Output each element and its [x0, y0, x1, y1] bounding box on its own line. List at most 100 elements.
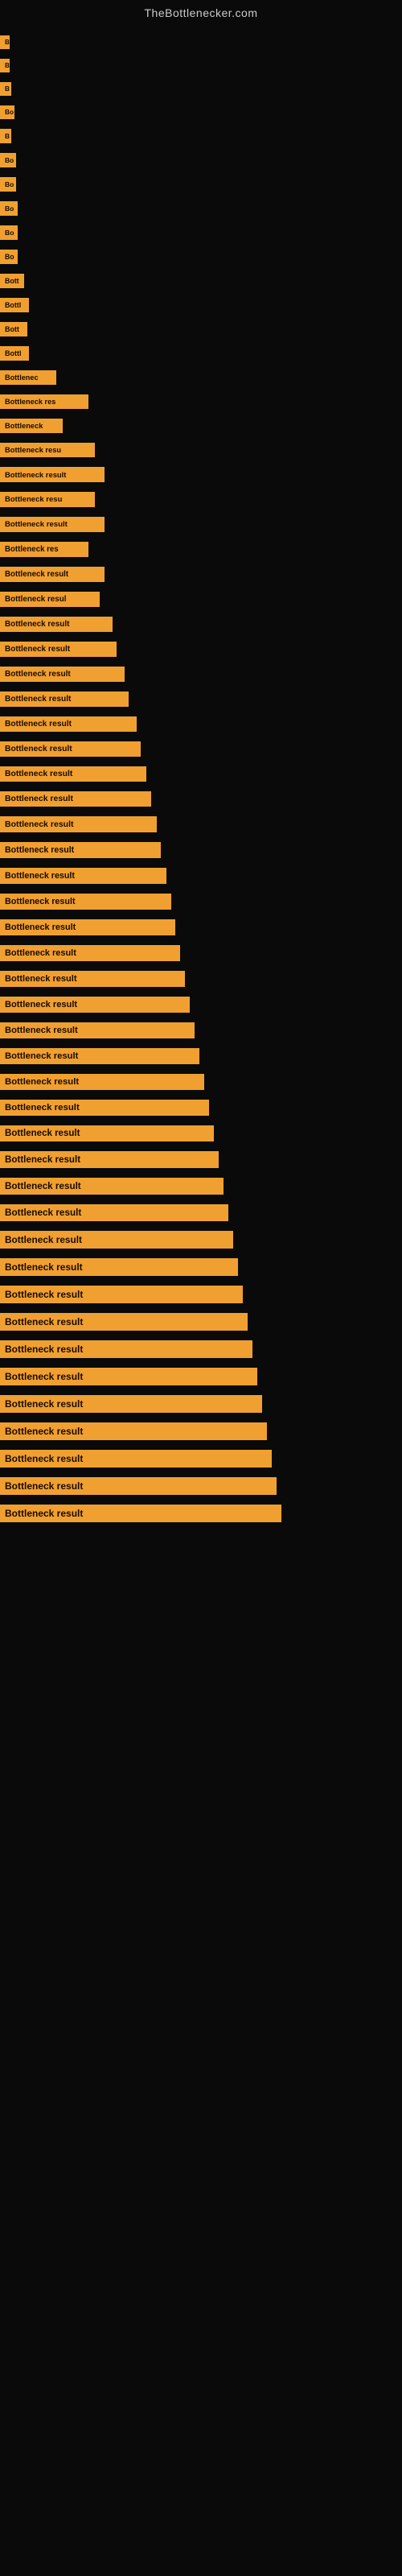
item-row: Bottleneck res: [0, 537, 402, 562]
item-row: Bottleneck result: [0, 637, 402, 662]
item-row: B: [0, 77, 402, 101]
item-row: Bottleneck result: [0, 1281, 402, 1308]
item-row: Bottleneck result: [0, 712, 402, 737]
item-row: Bottleneck result: [0, 837, 402, 863]
orange-label[interactable]: Bottleneck result: [0, 1048, 199, 1064]
orange-label[interactable]: Bottleneck res: [0, 394, 88, 409]
orange-label[interactable]: Bottleneck result: [0, 766, 146, 782]
orange-label[interactable]: Bottleneck result: [0, 716, 137, 732]
orange-label[interactable]: Bo: [0, 250, 18, 264]
items-container: BBBBoBBoBoBoBoBoBottBottlBottBottlBottle…: [0, 23, 402, 1535]
orange-label[interactable]: Bottleneck result: [0, 791, 151, 807]
orange-label[interactable]: Bottleneck resu: [0, 492, 95, 507]
orange-label[interactable]: Bo: [0, 225, 18, 240]
item-row: Bottleneck result: [0, 1173, 402, 1199]
item-row: Bott: [0, 317, 402, 341]
site-title: TheBottlenecker.com: [0, 0, 402, 23]
orange-label[interactable]: Bottleneck result: [0, 1505, 281, 1522]
orange-label[interactable]: Bottlenec: [0, 370, 56, 385]
orange-label[interactable]: Bottleneck: [0, 419, 63, 433]
item-row: Bottleneck result: [0, 1095, 402, 1121]
orange-label[interactable]: Bottleneck result: [0, 868, 166, 884]
item-row: Bottleneck result: [0, 737, 402, 762]
item-row: Bottleneck result: [0, 1335, 402, 1363]
orange-label[interactable]: B: [0, 82, 11, 96]
orange-label[interactable]: Bottleneck result: [0, 1125, 214, 1141]
orange-label[interactable]: Bottleneck result: [0, 1204, 228, 1221]
item-row: Bottleneck result: [0, 1069, 402, 1095]
orange-label[interactable]: Bo: [0, 105, 14, 119]
orange-label[interactable]: Bottleneck result: [0, 691, 129, 707]
item-row: Bottleneck result: [0, 1418, 402, 1445]
item-row: Bo: [0, 245, 402, 269]
item-row: Bo: [0, 221, 402, 245]
orange-label[interactable]: Bottleneck result: [0, 1422, 267, 1440]
orange-label[interactable]: Bottleneck resu: [0, 443, 95, 457]
orange-label[interactable]: Bott: [0, 322, 27, 336]
orange-label[interactable]: Bottleneck result: [0, 919, 175, 935]
item-row: Bottleneck result: [0, 1363, 402, 1390]
item-row: Bo: [0, 196, 402, 221]
item-row: Bottleneck result: [0, 1308, 402, 1335]
orange-label[interactable]: Bottleneck result: [0, 1477, 277, 1495]
orange-label[interactable]: Bottleneck result: [0, 517, 105, 532]
orange-label[interactable]: Bottleneck result: [0, 1313, 248, 1331]
orange-label[interactable]: B: [0, 35, 10, 49]
item-row: Bottleneck result: [0, 1121, 402, 1146]
item-row: Bottleneck result: [0, 1146, 402, 1173]
orange-label[interactable]: Bo: [0, 201, 18, 216]
item-row: Bottleneck result: [0, 889, 402, 914]
orange-label[interactable]: Bottleneck result: [0, 1178, 224, 1195]
orange-label[interactable]: Bottleneck result: [0, 1151, 219, 1168]
orange-label[interactable]: Bottleneck result: [0, 1450, 272, 1468]
orange-label[interactable]: Bottleneck result: [0, 467, 105, 482]
item-row: Bottleneck result: [0, 662, 402, 687]
item-row: Bottleneck result: [0, 1199, 402, 1226]
orange-label[interactable]: B: [0, 59, 10, 72]
item-row: Bottleneck result: [0, 687, 402, 712]
item-row: Bottl: [0, 341, 402, 365]
orange-label[interactable]: Bottleneck result: [0, 1368, 257, 1385]
orange-label[interactable]: Bottleneck result: [0, 1074, 204, 1090]
orange-label[interactable]: Bott: [0, 274, 24, 288]
item-row: Bottleneck result: [0, 992, 402, 1018]
orange-label[interactable]: Bottleneck result: [0, 741, 141, 757]
orange-label[interactable]: B: [0, 129, 11, 143]
item-row: Bottleneck resu: [0, 438, 402, 462]
orange-label[interactable]: Bottleneck result: [0, 816, 157, 832]
item-row: Bottleneck result: [0, 940, 402, 966]
orange-label[interactable]: Bottleneck result: [0, 617, 113, 632]
orange-label[interactable]: Bottleneck res: [0, 542, 88, 557]
item-row: Bottleneck result: [0, 1472, 402, 1500]
item-row: Bottleneck result: [0, 612, 402, 637]
item-row: Bottleneck result: [0, 914, 402, 940]
item-row: B: [0, 31, 402, 54]
orange-label[interactable]: Bottl: [0, 298, 29, 312]
orange-label[interactable]: Bottleneck result: [0, 842, 161, 858]
orange-label[interactable]: Bottleneck result: [0, 1258, 238, 1276]
orange-label[interactable]: Bo: [0, 153, 16, 167]
orange-label[interactable]: Bottleneck result: [0, 971, 185, 987]
orange-label[interactable]: Bottleneck result: [0, 1100, 209, 1116]
orange-label[interactable]: Bottleneck result: [0, 894, 171, 910]
item-row: Bottleneck result: [0, 1390, 402, 1418]
orange-label[interactable]: Bottleneck resul: [0, 592, 100, 607]
orange-label[interactable]: Bottleneck result: [0, 1231, 233, 1249]
orange-label[interactable]: Bottleneck result: [0, 997, 190, 1013]
item-row: Bottleneck resu: [0, 487, 402, 512]
orange-label[interactable]: Bottleneck result: [0, 1286, 243, 1303]
orange-label[interactable]: Bottleneck result: [0, 567, 105, 582]
orange-label[interactable]: Bottleneck result: [0, 945, 180, 961]
item-row: Bottleneck result: [0, 1500, 402, 1527]
orange-label[interactable]: Bottl: [0, 346, 29, 361]
item-row: Bottleneck result: [0, 863, 402, 889]
orange-label[interactable]: Bottleneck result: [0, 1340, 252, 1358]
item-row: Bottleneck: [0, 414, 402, 438]
orange-label[interactable]: Bottleneck result: [0, 1022, 195, 1038]
orange-label[interactable]: Bo: [0, 177, 16, 192]
item-row: Bottleneck result: [0, 786, 402, 811]
item-row: B: [0, 124, 402, 148]
orange-label[interactable]: Bottleneck result: [0, 667, 125, 682]
orange-label[interactable]: Bottleneck result: [0, 642, 117, 657]
orange-label[interactable]: Bottleneck result: [0, 1395, 262, 1413]
